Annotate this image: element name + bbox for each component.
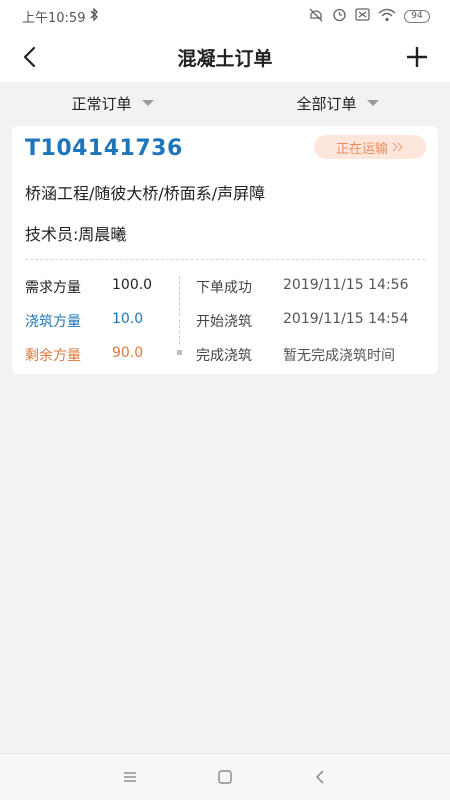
back-button[interactable] <box>14 42 44 72</box>
divider <box>25 259 425 260</box>
system-back-button[interactable] <box>273 757 368 797</box>
quantity-label: 浇筑方量 <box>25 314 81 330</box>
technician: 技术员:周晨曦 <box>25 225 127 244</box>
bluetooth-icon <box>89 6 99 25</box>
project-path: 桥涵工程/随彼大桥/桥面系/声屏障 <box>25 184 266 203</box>
plus-icon <box>407 47 427 67</box>
page-title: 混凝土订单 <box>177 47 273 70</box>
back-arrow-icon <box>315 770 324 784</box>
filter-order-type-dropdown[interactable]: 正常订单 <box>0 93 225 114</box>
triangle-down-icon <box>366 100 379 106</box>
status-time: 上午10:59 <box>22 10 86 26</box>
quantity-label: 剩余方量 <box>25 348 81 364</box>
home-button[interactable] <box>178 757 273 797</box>
quantity-label: 需求方量 <box>25 280 81 296</box>
filter-order-scope-dropdown[interactable]: 全部订单 <box>225 93 450 114</box>
filter-order-scope-label: 全部订单 <box>296 94 357 113</box>
menu-button[interactable] <box>83 757 178 797</box>
timeline-step-time: 暂无完成浇筑时间 <box>283 348 395 364</box>
mute-icon <box>308 8 324 25</box>
order-card[interactable]: T104141736 正在运输 桥涵工程/随彼大桥/桥面系/声屏障 技术员:周晨… <box>12 126 438 374</box>
system-navigation-bar <box>0 753 450 800</box>
timeline-step-label: 完成浇筑 <box>196 348 252 364</box>
filter-order-type-label: 正常订单 <box>71 94 132 113</box>
triangle-down-icon <box>141 100 154 106</box>
header-bar: 混凝土订单 <box>0 32 450 82</box>
info-row: 需求方量 100.0 下单成功 2019/11/15 14:56 <box>12 277 438 297</box>
home-icon <box>218 770 232 784</box>
add-order-button[interactable] <box>402 42 432 72</box>
status-bar: 上午10:59 94 <box>0 0 450 32</box>
status-badge: 正在运输 <box>314 135 426 159</box>
timeline-step-time: 2019/11/15 14:56 <box>283 277 409 293</box>
quantity-value: 100.0 <box>112 277 153 293</box>
timeline-step-time: 2019/11/15 14:54 <box>283 311 409 327</box>
timeline-step-label: 开始浇筑 <box>196 314 252 330</box>
double-chevron-right-icon <box>392 142 403 152</box>
alarm-icon <box>332 7 347 25</box>
quantity-value: 90.0 <box>112 345 144 361</box>
quantity-value: 10.0 <box>112 311 144 327</box>
timeline-step-label: 下单成功 <box>196 280 252 296</box>
sim-icon <box>355 8 370 24</box>
status-left: 上午10:59 <box>0 6 99 26</box>
wifi-icon <box>378 8 396 25</box>
battery-indicator: 94 <box>404 9 430 23</box>
filter-bar: 正常订单 全部订单 <box>0 82 450 124</box>
back-arrow-icon <box>23 46 36 68</box>
info-row: 浇筑方量 10.0 开始浇筑 2019/11/15 14:54 <box>12 311 438 331</box>
info-row: 剩余方量 90.0 完成浇筑 暂无完成浇筑时间 <box>12 345 438 365</box>
menu-icon <box>124 772 136 782</box>
order-number: T104141736 <box>25 136 183 161</box>
status-badge-label: 正在运输 <box>335 141 388 157</box>
status-right: 94 <box>308 7 450 25</box>
